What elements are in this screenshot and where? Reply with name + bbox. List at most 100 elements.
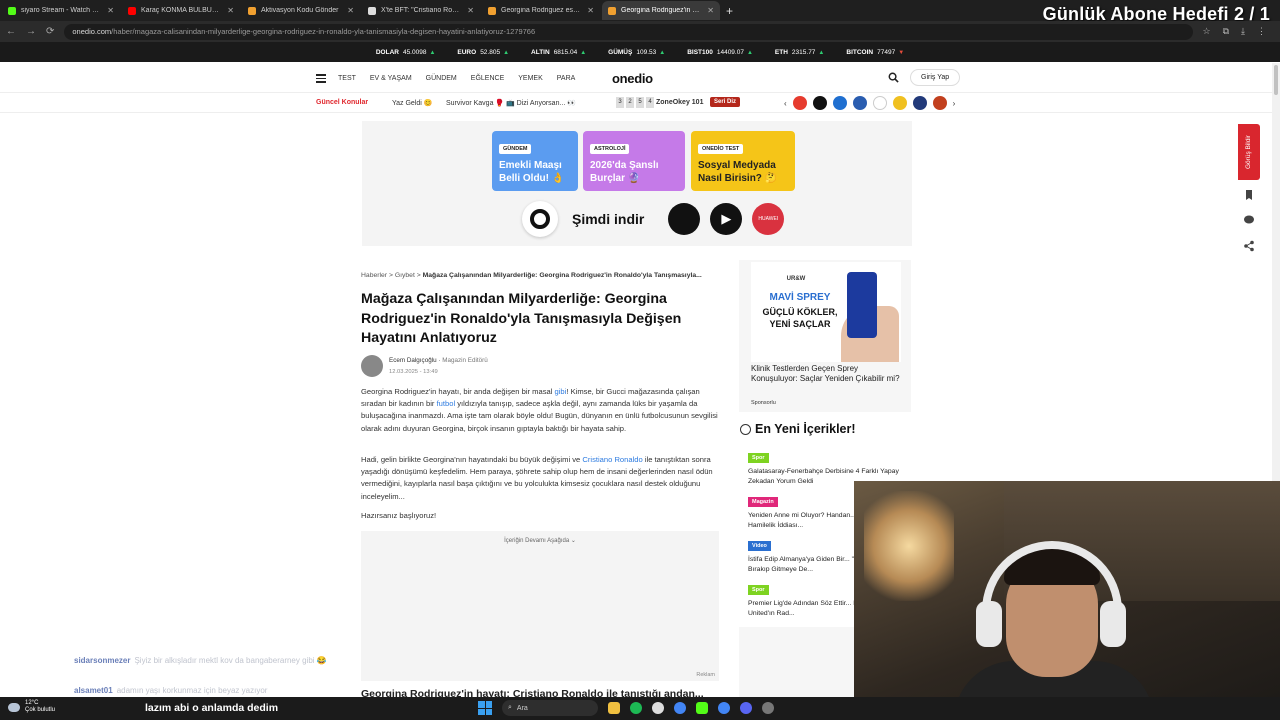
login-button[interactable]: Giriş Yap <box>910 69 961 86</box>
cloud-icon <box>8 702 20 712</box>
brand-icon[interactable] <box>932 96 947 110</box>
new-tab-button[interactable]: + <box>726 4 733 18</box>
weather-widget[interactable]: 12°C Çok bulutlu <box>8 700 55 714</box>
brand-icon[interactable] <box>892 96 907 110</box>
author-block: Ecem Dalgıçoğlu · Magazin Editörü 12.03.… <box>361 355 488 377</box>
brand-icon[interactable] <box>912 96 927 110</box>
category-badge: Spor <box>748 453 769 463</box>
inline-link[interactable]: gibi <box>555 387 567 396</box>
browser-toolbar: ← → ⟳ onedio.com/haber/magaza-calisanind… <box>0 21 1280 42</box>
topic-link[interactable]: 📺 Dizi Anyorsan... 👀 <box>506 99 576 107</box>
ticker-item[interactable]: EURO 52.805 ▲ <box>457 49 509 56</box>
author-name[interactable]: Ecem Dalgıçoğlu <box>389 357 437 364</box>
huawei-store-icon[interactable]: HUAWEI <box>752 203 785 235</box>
tab-title: Georgina Rodriguez'in Ronaldo <box>621 7 702 14</box>
avatar[interactable] <box>361 355 383 377</box>
close-icon[interactable]: ✕ <box>227 6 234 15</box>
topic-link[interactable]: Survivor Kavga 🥊 <box>446 99 504 107</box>
inline-link[interactable]: Cristiano Ronaldo <box>582 455 642 464</box>
topic-link[interactable]: Yaz Geldi 😊 <box>392 99 433 107</box>
promo-card-test[interactable]: ONEDİO TEST Sosyal Medyada Nasıl Birisin… <box>691 131 795 191</box>
browser-tab[interactable]: Georgina Rodriguez eski işi - Gi ✕ <box>482 1 600 20</box>
browser-tab[interactable]: Karaç KONMA BÜLBÜL KONMA ✕ <box>122 1 240 20</box>
reload-icon[interactable]: ⟳ <box>46 26 54 37</box>
bookmark-icon[interactable] <box>1243 189 1255 201</box>
file-explorer-icon[interactable] <box>608 702 620 714</box>
close-icon[interactable]: ✕ <box>587 6 594 15</box>
back-icon[interactable]: ← <box>6 26 16 37</box>
close-icon[interactable]: ✕ <box>467 6 474 15</box>
ticker-item[interactable]: GÜMÜŞ 109.53 ▲ <box>608 49 665 56</box>
ticker-item[interactable]: BITCOIN 77497 ▼ <box>846 49 904 56</box>
author-role: Magazin Editörü <box>442 357 488 364</box>
nav-item[interactable]: EV & YAŞAM <box>370 75 412 82</box>
ticker-item[interactable]: ALTIN 6815.04 ▲ <box>531 49 586 56</box>
favicon-icon <box>8 6 16 15</box>
spotify-icon[interactable] <box>630 702 642 714</box>
promo-card-gundem[interactable]: GÜNDEM Emekli Maaşı Belli Oldu! 👌 <box>492 131 578 191</box>
obs-icon[interactable] <box>762 702 774 714</box>
arrow-up-icon: ▲ <box>503 49 510 56</box>
search-icon[interactable] <box>888 72 899 83</box>
brand-carousel: ‹ › <box>784 96 955 110</box>
comments-icon[interactable] <box>1243 214 1255 226</box>
newest-heading: En Yeni İçerikler! <box>740 422 856 436</box>
breadcrumb-link[interactable]: Haberler <box>361 272 387 279</box>
browser-tab[interactable]: Georgina Rodriguez'in Ronaldo ✕ <box>602 1 720 20</box>
brand-icon[interactable] <box>812 96 827 110</box>
browser-tab[interactable]: siyaro Stream - Watch Live on K ✕ <box>2 1 120 20</box>
close-icon[interactable]: ✕ <box>707 6 714 15</box>
breadcrumb-link[interactable]: Gıybet <box>395 272 415 279</box>
browser-tab[interactable]: X'te BFT: "Cristiano Ronaldo'nu ✕ <box>362 1 480 20</box>
breadcrumb: Haberler > Gıybet > Mağaza Çalışanından … <box>361 272 702 279</box>
hamburger-menu-icon[interactable] <box>316 74 326 85</box>
extensions-icon[interactable]: ⧉ <box>1223 26 1229 37</box>
taskbar-search[interactable]: ⌕ Ara <box>502 700 598 716</box>
bookmark-star-icon[interactable]: ☆ <box>1203 26 1211 37</box>
chevron-left-icon[interactable]: ‹ <box>784 99 787 108</box>
ad-title[interactable]: Klinik Testlerden Geçen Sprey Konuşuluyo… <box>751 364 901 384</box>
ticker-item[interactable]: DOLAR 45.0098 ▲ <box>376 49 436 56</box>
close-icon[interactable]: ✕ <box>107 6 114 15</box>
download-icon[interactable]: ⤓ <box>1241 26 1245 37</box>
chrome-icon[interactable] <box>718 702 730 714</box>
nav-item[interactable]: GÜNDEM <box>426 75 457 82</box>
sidebar-ad[interactable]: UR&W MAVİ SPREY GÜÇLÜ KÖKLER, YENİ SAÇLA… <box>739 260 911 412</box>
nav-item[interactable]: TEST <box>338 75 356 82</box>
brand-icon[interactable] <box>792 96 807 110</box>
discord-icon[interactable] <box>740 702 752 714</box>
category-badge: Magazin <box>748 497 778 507</box>
close-icon[interactable]: ✕ <box>347 6 354 15</box>
nav-item[interactable]: YEMEK <box>518 75 543 82</box>
ticker-item[interactable]: BIST100 14409.07 ▲ <box>687 49 753 56</box>
kick-icon[interactable] <box>696 702 708 714</box>
forward-icon[interactable]: → <box>26 26 36 37</box>
windows-start-icon[interactable] <box>478 701 492 715</box>
brand-icon[interactable] <box>832 96 847 110</box>
continue-below-label: İçeriğin Devamı Aşağıda ⌄ <box>504 538 576 544</box>
apple-store-icon[interactable] <box>668 203 701 235</box>
site-logo[interactable]: onedio <box>612 71 653 86</box>
favicon-icon <box>608 6 616 15</box>
nav-item[interactable]: EĞLENCE <box>471 75 504 82</box>
chevron-right-icon[interactable]: › <box>953 99 956 108</box>
brand-icon[interactable] <box>852 96 867 110</box>
seri-diz-button[interactable]: Seri Diz <box>710 97 741 107</box>
address-bar[interactable]: onedio.com/haber/magaza-calisanindan-mil… <box>64 23 1193 40</box>
arrow-up-icon: ▲ <box>429 49 436 56</box>
google-play-icon[interactable]: ▶ <box>710 203 743 235</box>
favicon-icon <box>488 6 496 15</box>
chrome-icon[interactable] <box>674 702 686 714</box>
promo-card-astroloji[interactable]: ASTROLOJİ 2026'da Şanslı Burçlar 🔮 <box>583 131 685 191</box>
brand-icon[interactable] <box>872 96 887 110</box>
feedback-button[interactable]: Görüş Bildir <box>1238 124 1260 180</box>
menu-dots-icon[interactable]: ⋮ <box>1257 26 1266 37</box>
browser-tab[interactable]: Aktivasyon Kodu Gönder ✕ <box>242 1 360 20</box>
url-domain: onedio.com <box>72 27 112 36</box>
nav-item[interactable]: PARA <box>557 75 576 82</box>
inline-link[interactable]: futbol <box>437 399 456 408</box>
zoneokey-link[interactable]: ZoneOkey 101 <box>656 99 703 106</box>
share-icon[interactable] <box>1243 240 1255 252</box>
ticker-item[interactable]: ETH 2315.77 ▲ <box>775 49 824 56</box>
settings-icon[interactable] <box>652 702 664 714</box>
